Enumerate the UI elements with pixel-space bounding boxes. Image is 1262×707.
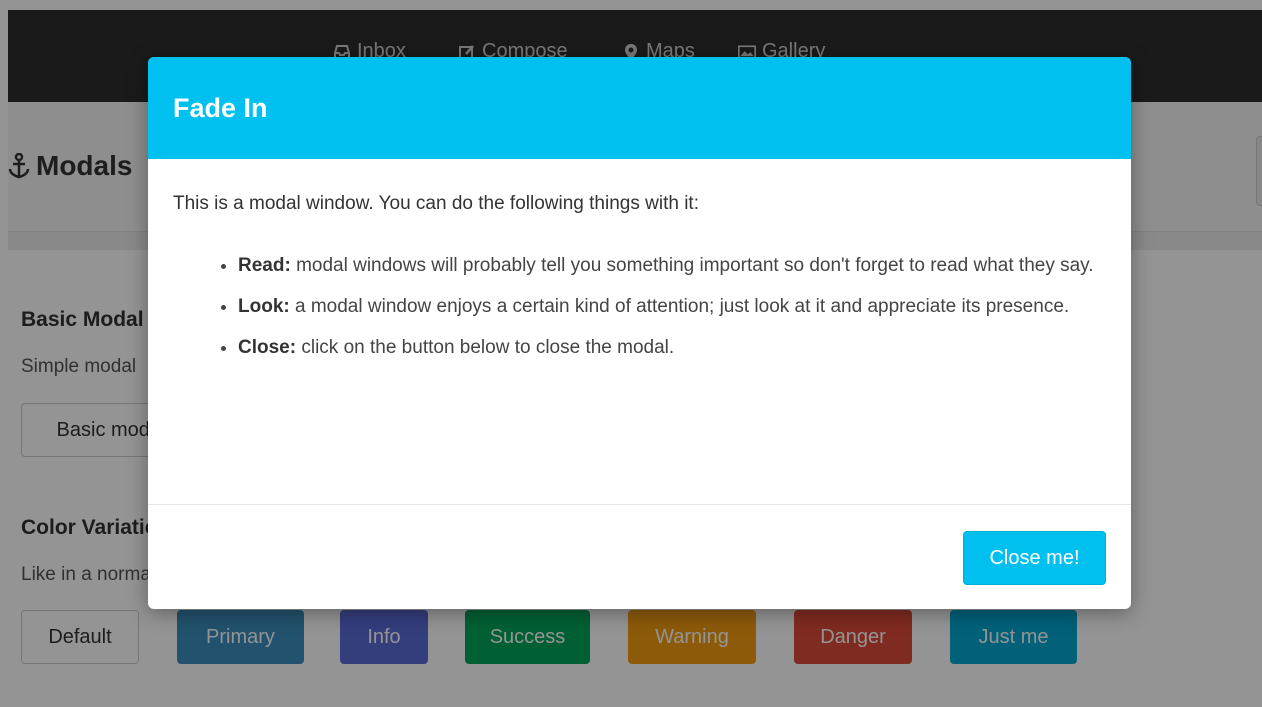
- list-item-term: Close:: [238, 337, 297, 358]
- list-item-text: click on the button below to close the m…: [296, 337, 675, 358]
- close-modal-button[interactable]: Close me!: [963, 531, 1106, 585]
- list-item: Read: modal windows will probably tell y…: [238, 245, 1106, 286]
- modal-body: This is a modal window. You can do the f…: [148, 159, 1131, 505]
- list-item-text: modal windows will probably tell you som…: [290, 255, 1094, 276]
- modal-header: Fade In: [148, 57, 1131, 159]
- modal-dialog: Fade In This is a modal window. You can …: [148, 57, 1131, 609]
- list-item-term: Read:: [238, 255, 291, 276]
- modal-title: Fade In: [173, 92, 268, 123]
- list-item: Look: a modal window enjoys a certain ki…: [238, 286, 1106, 327]
- list-item-text: a modal window enjoys a certain kind of …: [289, 296, 1070, 317]
- modal-footer: Close me!: [148, 505, 1131, 609]
- modal-list: Read: modal windows will probably tell y…: [173, 245, 1106, 368]
- list-item: Close: click on the button below to clos…: [238, 327, 1106, 368]
- modal-intro: This is a modal window. You can do the f…: [173, 193, 699, 214]
- list-item-term: Look:: [238, 296, 290, 317]
